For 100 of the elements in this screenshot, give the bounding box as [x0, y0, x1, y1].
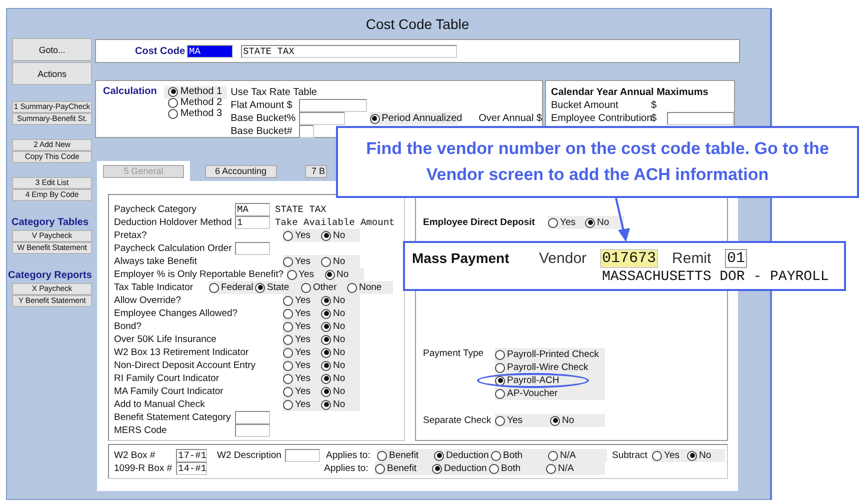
radio-button[interactable]: AP-Voucher: [495, 388, 558, 400]
field-label: Cost Code: [135, 46, 186, 56]
text-field[interactable]: 14-#1: [176, 462, 207, 475]
text-field[interactable]: [235, 424, 270, 437]
radio-button[interactable]: Benefit: [377, 450, 434, 462]
code-field[interactable]: MA: [187, 44, 233, 58]
mass-payment-title: Mass Payment: [412, 250, 510, 266]
field-note: STATE TAX: [275, 204, 326, 215]
radio-button[interactable]: Both: [491, 450, 548, 462]
field-label: Add to Manual Check: [114, 399, 206, 410]
radio-button[interactable]: Federal: [209, 282, 255, 294]
radio-button[interactable]: Yes: [283, 256, 321, 268]
field-label: Employee Direct Deposit: [423, 217, 536, 228]
radio-button[interactable]: Method 3: [168, 108, 222, 119]
radio-button[interactable]: No: [550, 414, 605, 426]
section-heading: Category Tables: [10, 217, 90, 228]
radio-button[interactable]: No: [321, 386, 359, 398]
radio-button[interactable]: Yes: [283, 386, 321, 398]
radio-button[interactable]: Benefit: [375, 462, 432, 474]
radio-button[interactable]: Period Annualized: [370, 112, 462, 124]
radio-button[interactable]: Other: [301, 282, 347, 294]
radio-button[interactable]: Yes: [283, 320, 321, 332]
radio-button[interactable]: Deduction: [434, 450, 491, 462]
radio-button[interactable]: No: [321, 372, 359, 384]
radio-button[interactable]: State: [255, 282, 301, 294]
field-label: Allow Override?: [114, 295, 182, 306]
text-field[interactable]: 17-#1: [176, 449, 207, 462]
field-label: MERS Code: [114, 425, 168, 436]
radio-button[interactable]: Yes: [283, 230, 321, 242]
field-label: Use Tax Rate Table: [230, 87, 317, 98]
field-label: Over Annual $: [478, 113, 542, 124]
text-field[interactable]: [666, 112, 734, 125]
text-field[interactable]: [285, 449, 320, 462]
vendor-field[interactable]: 017673: [600, 248, 658, 268]
radio-button[interactable]: Yes: [283, 346, 321, 358]
radio-button[interactable]: Both: [489, 462, 546, 474]
text-field[interactable]: [298, 112, 345, 125]
field-label: Employee Contribution: [551, 113, 651, 124]
field-label: Always take Benefit: [114, 256, 198, 267]
field-label: W2 Box 13 Retirement Indicator: [114, 347, 250, 358]
radio-button[interactable]: Yes: [286, 268, 324, 280]
section-heading: Category Reports: [8, 270, 92, 281]
field-label: Subtract: [612, 450, 648, 461]
sidebar-button[interactable]: Actions: [12, 62, 92, 85]
radio-button[interactable]: Deduction: [432, 462, 489, 474]
radio-button[interactable]: No: [321, 308, 359, 320]
field-label: Vendor: [539, 250, 588, 266]
radio-button[interactable]: Payroll-Wire Check: [495, 362, 588, 374]
radio-button[interactable]: No: [324, 268, 362, 280]
text-field[interactable]: [298, 125, 314, 138]
radio-button[interactable]: Yes: [283, 360, 321, 372]
section-title: Calendar Year Annual Maximums: [551, 87, 708, 98]
radio-button[interactable]: N/A: [548, 450, 605, 462]
radio-button[interactable]: Yes: [652, 450, 687, 462]
radio-button[interactable]: None: [347, 282, 393, 294]
radio-button[interactable]: Yes: [283, 398, 321, 410]
radio-button[interactable]: Yes: [548, 216, 585, 228]
radio-button[interactable]: No: [321, 346, 359, 358]
field-label: Benefit Statement Category: [114, 412, 232, 423]
radio-button[interactable]: Payroll-Printed Check: [495, 348, 599, 360]
radio-button[interactable]: Yes: [283, 334, 321, 346]
radio-button[interactable]: No: [321, 398, 359, 410]
radio-button[interactable]: Method 2: [168, 97, 222, 108]
sidebar-button[interactable]: Goto...: [12, 38, 92, 61]
radio-button[interactable]: No: [321, 294, 359, 306]
field-label: Over 50K Life Insurance: [114, 334, 218, 345]
text-field[interactable]: MA: [235, 203, 270, 216]
radio-button[interactable]: N/A: [546, 462, 603, 474]
field-label: Tax Table Indicator: [114, 282, 194, 293]
field-label: Applies to:: [326, 450, 372, 461]
field-label: Employer % is Only Reportable Benefit?: [114, 269, 284, 280]
description-field[interactable]: STATE TAX: [241, 44, 457, 58]
radio-button[interactable]: No: [321, 230, 359, 242]
radio-button[interactable]: No: [321, 320, 359, 332]
field-label: Base Bucket%: [230, 113, 297, 124]
radio-button[interactable]: No: [687, 450, 722, 462]
field-label: RI Family Court Indicator: [114, 373, 220, 384]
field-note: Take Available Amount: [275, 217, 395, 228]
text-field[interactable]: 1: [235, 216, 270, 229]
radio-button[interactable]: No: [321, 360, 359, 372]
radio-button[interactable]: Yes: [495, 414, 550, 426]
radio-button[interactable]: Method 1: [168, 86, 222, 97]
field-label: Paycheck Calculation Order: [114, 243, 232, 254]
text-field[interactable]: [298, 99, 367, 112]
radio-button[interactable]: Payroll-ACH: [495, 374, 560, 386]
field-label: Flat Amount $: [230, 100, 294, 111]
text-field[interactable]: [235, 411, 270, 424]
radio-button[interactable]: No: [321, 334, 359, 346]
radio-button[interactable]: Yes: [283, 372, 321, 384]
remit-field[interactable]: 01: [725, 248, 748, 268]
field-label: W2 Box #: [114, 450, 156, 461]
radio-button[interactable]: No: [321, 256, 359, 268]
vendor-name: MASSACHUSETTS DOR - PAYROLL: [602, 269, 830, 285]
callout-text: Find the vendor number on the cost code table. Go to the Vendor screen to add the ACH information: [365, 138, 830, 186]
field-label: Payment Type: [423, 348, 485, 359]
radio-button[interactable]: Yes: [283, 294, 321, 306]
radio-button[interactable]: Yes: [283, 308, 321, 320]
unit-label: $: [651, 100, 658, 111]
text-field[interactable]: [235, 242, 270, 255]
radio-button[interactable]: No: [585, 216, 622, 228]
